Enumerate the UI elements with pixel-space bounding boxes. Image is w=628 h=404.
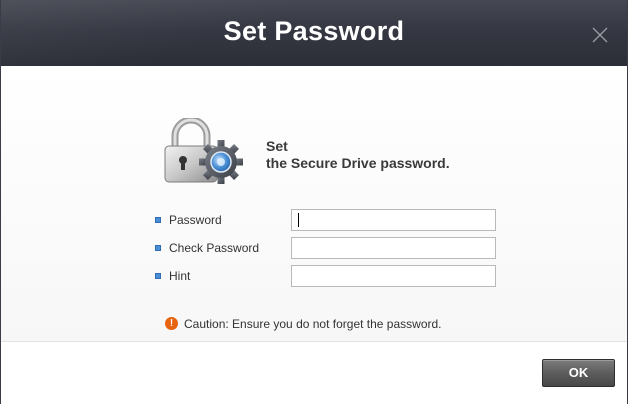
lock-gear-icon [164, 118, 243, 184]
title-bar: Set Password [1, 0, 627, 66]
bullet-icon [155, 245, 161, 251]
text-caret [298, 213, 299, 227]
dialog-title: Set Password [223, 16, 405, 46]
hint-field[interactable] [291, 265, 496, 287]
password-field[interactable] [291, 209, 496, 231]
set-password-dialog: Set Password Set the Secure Drive passwo… [0, 0, 628, 404]
close-icon[interactable] [591, 26, 609, 44]
heading-line-2: the Secure Drive password. [266, 155, 450, 171]
check-password-field[interactable] [291, 237, 496, 259]
bullet-icon [155, 273, 161, 279]
password-label: Password [169, 213, 222, 227]
heading-text: Set the Secure Drive password. [266, 138, 450, 172]
bullet-icon [155, 217, 161, 223]
caution-icon: ! [165, 317, 178, 330]
hint-label: Hint [169, 269, 191, 283]
ok-button[interactable]: OK [542, 359, 615, 387]
caution-text: Caution: Ensure you do not forget the pa… [184, 317, 442, 331]
footer-divider [1, 341, 627, 342]
heading-line-1: Set [266, 138, 288, 154]
dialog-content [1, 66, 627, 341]
check-password-label: Check Password [169, 241, 260, 255]
